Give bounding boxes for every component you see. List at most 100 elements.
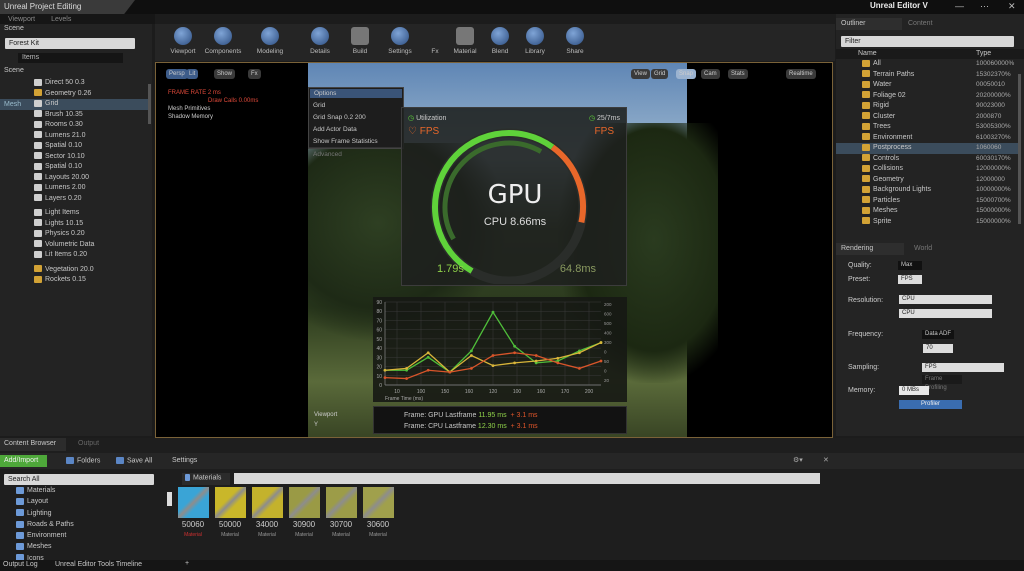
outliner-row[interactable]: Foliage 02 20200000%	[836, 91, 1018, 102]
folder-item[interactable]: Roads & Paths	[4, 520, 154, 531]
menu-item[interactable]: Advanced	[309, 147, 403, 159]
content-search-input[interactable]: Search All	[4, 474, 154, 485]
menu-item[interactable]: Grid Snap 0.2 200	[309, 111, 403, 123]
tree-item[interactable]: Lumens 2.00	[0, 183, 150, 194]
folder-item[interactable]: Lighting	[4, 509, 154, 520]
asset-filter-input[interactable]	[234, 473, 820, 484]
tree-item[interactable]: Grid	[0, 99, 150, 110]
outliner-row[interactable]: Geometry 12000000	[836, 175, 1018, 186]
toolbar-button-build[interactable]: Build	[340, 27, 380, 55]
menu-item[interactable]: Add Actor Data	[309, 123, 403, 135]
outliner-row[interactable]: Particles 15000700%	[836, 196, 1018, 207]
outliner-scrollbar[interactable]	[1018, 74, 1021, 224]
tree-item[interactable]: Rooms 0.30	[0, 120, 150, 131]
fx-button[interactable]: Fx	[248, 69, 261, 79]
tab-rendering[interactable]: Rendering	[836, 243, 904, 255]
tree-item[interactable]: Spatial 0.10	[0, 141, 150, 152]
folder-item[interactable]: Meshes	[4, 542, 154, 553]
toolbar-button-blend[interactable]: Blend	[480, 27, 520, 55]
tree-item[interactable]: Spatial 0.10	[0, 162, 150, 173]
quality-field[interactable]: Max	[898, 261, 922, 270]
viewport-view-button[interactable]: View	[631, 69, 650, 79]
outliner-row[interactable]: Water 00050010	[836, 80, 1018, 91]
scene-filter-dropdown[interactable]: Items	[18, 53, 123, 63]
toolbar-button-details[interactable]: Details	[300, 27, 340, 55]
folder-item[interactable]: Materials	[4, 486, 154, 497]
tree-item[interactable]: Lit Items 0.20	[0, 250, 150, 261]
outliner-row[interactable]: Environment 61003270%	[836, 133, 1018, 144]
asset-thumbnail[interactable]	[289, 487, 320, 518]
tree-item[interactable]: Vegetation 20.0	[0, 265, 150, 276]
outliner-row[interactable]: Terrain Paths 15302370%	[836, 70, 1018, 81]
tree-item[interactable]: Light Items	[0, 208, 150, 219]
command-add-button[interactable]: +	[185, 560, 189, 567]
folder-scrollbar[interactable]	[167, 492, 172, 506]
col-type[interactable]: Type	[976, 50, 991, 57]
toolbar-button-share[interactable]: Share	[555, 27, 595, 55]
perspective-button[interactable]: Persp	[166, 69, 188, 79]
outliner-row[interactable]: Collisions 12000000%	[836, 164, 1018, 175]
profiler-button[interactable]: Profiler	[899, 400, 962, 409]
toolbar-button-modeling[interactable]: Modeling	[250, 27, 290, 55]
outliner-row[interactable]: Meshes 15000000%	[836, 206, 1018, 217]
outliner-row[interactable]: Postprocess 1060060	[836, 143, 1018, 154]
show-button[interactable]: Show	[214, 69, 236, 79]
tree-item[interactable]: Rockets 0.15	[0, 275, 150, 286]
tab-content-browser[interactable]: Content Browser	[0, 438, 66, 451]
scene-root[interactable]: Scene	[4, 67, 24, 74]
gear-icon[interactable]: ⚙▾	[793, 456, 803, 464]
maximize-button[interactable]: ⋯	[980, 1, 989, 12]
tree-item[interactable]: Volumetric Data	[0, 240, 150, 251]
minimize-button[interactable]: —	[955, 1, 964, 11]
menu-title[interactable]: Options	[310, 89, 402, 98]
tree-item[interactable]: Layouts 20.00	[0, 173, 150, 184]
save-all-button[interactable]: Save All	[116, 457, 152, 464]
outliner-row[interactable]: Trees 53005300%	[836, 122, 1018, 133]
tab-outliner[interactable]: Outliner	[836, 18, 902, 30]
add-import-button[interactable]: Add/Import	[0, 455, 47, 467]
close-icon[interactable]: ✕	[823, 456, 829, 464]
col-name[interactable]: Name	[858, 50, 877, 57]
frequency-select[interactable]: 70	[923, 344, 953, 353]
close-button[interactable]: ✕	[1008, 1, 1016, 12]
asset-thumbnail[interactable]	[363, 487, 394, 518]
scene-search-input[interactable]: Forest Kit	[5, 38, 135, 49]
toolbar-button-library[interactable]: Library	[515, 27, 555, 55]
outliner-row[interactable]: Controls 60030170%	[836, 154, 1018, 165]
tab-content[interactable]: Content	[908, 20, 933, 27]
tab-output[interactable]: Output	[78, 440, 99, 447]
tab-levels[interactable]: Levels	[43, 15, 79, 24]
viewport-cam-button[interactable]: Cam	[701, 69, 720, 79]
tree-item[interactable]: Direct 50 0.3	[0, 78, 150, 89]
sampling-select[interactable]: FPS	[922, 363, 1004, 372]
tab-world[interactable]: World	[914, 245, 932, 252]
menu-item[interactable]: Grid	[309, 99, 403, 111]
tab-viewport[interactable]: Viewport	[0, 15, 43, 24]
preset-field[interactable]: FPS	[898, 275, 922, 284]
outliner-row[interactable]: All 100060000%	[836, 59, 1018, 70]
settings-button[interactable]: Settings	[172, 457, 197, 464]
toolbar-button-components[interactable]: Components	[203, 27, 243, 55]
toolbar-button-settings[interactable]: Settings	[380, 27, 420, 55]
viewport[interactable]: Persp Lit Show Fx View Grid Snap Cam Stats Re…	[155, 62, 833, 438]
asset-thumbnail[interactable]	[326, 487, 357, 518]
asset-thumbnail[interactable]	[252, 487, 283, 518]
lit-button[interactable]: Lit	[186, 69, 199, 79]
tree-item[interactable]: Geometry 0.26	[0, 89, 150, 100]
scene-scrollbar[interactable]	[148, 84, 151, 124]
menu-item[interactable]: Show Frame Statistics	[309, 135, 403, 147]
output-log-button[interactable]: Output Log	[3, 561, 38, 568]
viewport-realtime-button[interactable]: Realtime	[786, 69, 816, 79]
tree-item[interactable]: Lights 10.15	[0, 219, 150, 230]
tree-item[interactable]: Physics 0.20	[0, 229, 150, 240]
outliner-row[interactable]: Background Lights 10000000%	[836, 185, 1018, 196]
resolution-select-b[interactable]: CPU	[899, 309, 992, 318]
frequency-field[interactable]: Data ADF	[922, 330, 954, 339]
tree-item[interactable]: Layers 0.20	[0, 194, 150, 205]
asset-thumbnail[interactable]	[215, 487, 246, 518]
tree-item[interactable]: Sector 10.10	[0, 152, 150, 163]
toolbar-button-viewport[interactable]: Viewport	[163, 27, 203, 55]
viewport-grid-button[interactable]: Grid	[651, 69, 669, 79]
toolbar-button-material[interactable]: Material	[445, 27, 485, 55]
outliner-search-input[interactable]: Filter	[841, 36, 1014, 47]
